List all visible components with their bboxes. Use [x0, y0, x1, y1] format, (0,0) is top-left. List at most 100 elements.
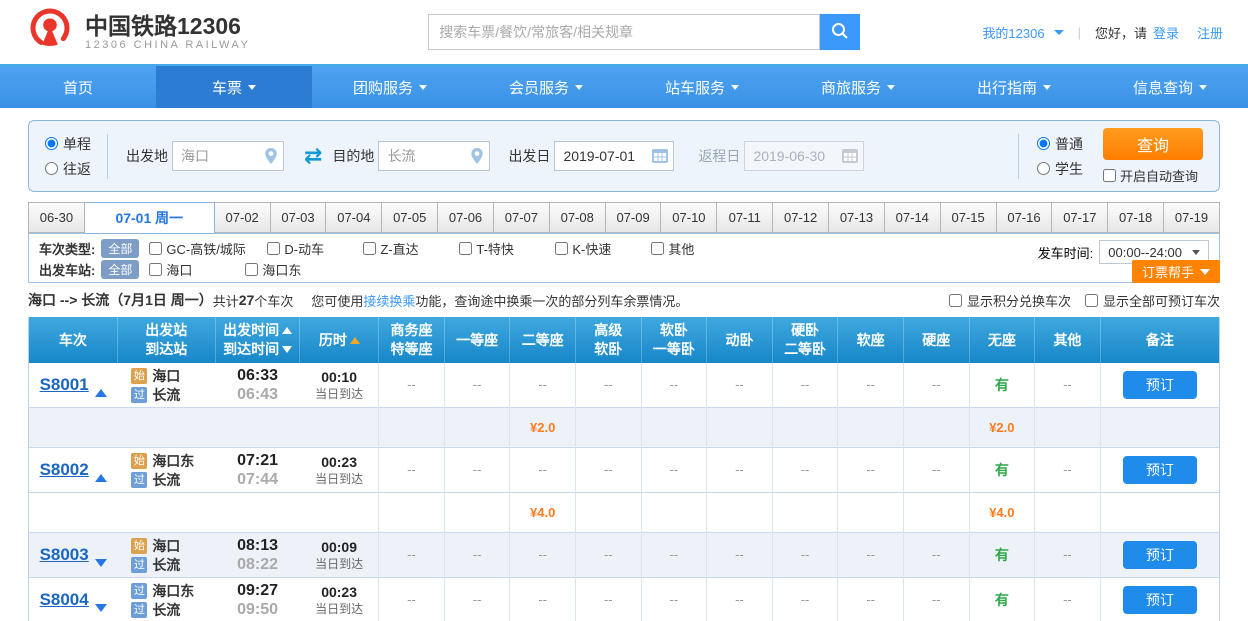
col-header-text: 无座: [988, 331, 1016, 350]
show-all-bookable-input[interactable]: [1085, 294, 1098, 307]
seat-cell: --: [903, 533, 969, 578]
transfer-link[interactable]: 接续换乘: [363, 294, 415, 309]
train-type-filter-2[interactable]: Z-直达: [363, 239, 459, 258]
normal-radio-input[interactable]: [1037, 137, 1050, 150]
swap-stations-icon[interactable]: ⇄: [304, 145, 322, 167]
nav-item-6[interactable]: 出行指南: [936, 66, 1092, 108]
date-tab-11[interactable]: 07-11: [717, 202, 773, 233]
train-number-link[interactable]: S8002: [40, 460, 89, 480]
calendar-icon[interactable]: [651, 147, 669, 169]
train-type-filter-label-2: Z-直达: [380, 239, 418, 258]
nav-item-1[interactable]: 车票: [156, 66, 312, 108]
location-pin-icon[interactable]: [263, 147, 279, 170]
depart-date-label: 出发日: [508, 146, 550, 166]
price-cell: [1035, 493, 1101, 533]
date-tab-12[interactable]: 07-12: [773, 202, 829, 233]
price-cell: [379, 493, 445, 533]
auto-query-checkbox[interactable]: 开启自动查询: [1103, 166, 1198, 185]
expand-icon[interactable]: [95, 604, 107, 612]
station-filter-1[interactable]: 海口东: [245, 260, 341, 279]
station-filter-0[interactable]: 海口: [149, 260, 245, 279]
date-tab-6[interactable]: 07-06: [438, 202, 494, 233]
nav-item-5[interactable]: 商旅服务: [780, 66, 936, 108]
logo[interactable]: 中国铁路12306 12306 CHINA RAILWAY: [25, 5, 250, 60]
date-tab-8[interactable]: 07-08: [550, 202, 606, 233]
train-number-link[interactable]: S8001: [40, 375, 89, 395]
one-way-radio[interactable]: 单程: [45, 134, 91, 154]
student-passenger-radio[interactable]: 学生: [1037, 159, 1083, 179]
my-12306-link[interactable]: 我的12306: [982, 23, 1044, 42]
nav-item-4[interactable]: 站车服务: [624, 66, 780, 108]
collapse-icon[interactable]: [95, 389, 107, 397]
nav-item-7[interactable]: 信息查询: [1092, 66, 1248, 108]
one-way-radio-input[interactable]: [45, 137, 58, 150]
price-value: ¥2.0: [530, 420, 555, 435]
query-form: 单程 往返 出发地 ⇄ 目的地: [28, 120, 1220, 192]
date-tab-18[interactable]: 07-18: [1108, 202, 1164, 233]
collapse-icon[interactable]: [95, 474, 107, 482]
seat-availability: --: [538, 462, 547, 477]
date-tab-4[interactable]: 07-04: [326, 202, 382, 233]
show-all-bookable-checkbox[interactable]: 显示全部可预订车次: [1085, 291, 1220, 310]
train-type-filter-input-2[interactable]: [363, 242, 376, 255]
search-input[interactable]: [428, 14, 820, 50]
train-type-filter-input-4[interactable]: [555, 242, 568, 255]
col-header-3[interactable]: 历时: [300, 317, 379, 363]
train-type-filter-input-1[interactable]: [267, 242, 280, 255]
date-tab-16[interactable]: 07-16: [997, 202, 1053, 233]
date-tab-5[interactable]: 07-05: [382, 202, 438, 233]
col-header-2[interactable]: 出发时间到达时间: [215, 317, 300, 363]
student-radio-input[interactable]: [1037, 162, 1050, 175]
station-filter-input-0[interactable]: [149, 263, 162, 276]
round-trip-radio-input[interactable]: [45, 162, 58, 175]
train-type-filter-5[interactable]: 其他: [651, 239, 747, 258]
book-button[interactable]: 预订: [1123, 541, 1197, 569]
train-number-link[interactable]: S8003: [40, 545, 89, 565]
train-type-filter-4[interactable]: K-快速: [555, 239, 651, 258]
search-button[interactable]: [820, 14, 860, 50]
date-tab-2[interactable]: 07-02: [215, 202, 271, 233]
show-points-checkbox[interactable]: 显示积分兑换车次: [949, 291, 1071, 310]
date-tab-14[interactable]: 07-14: [885, 202, 941, 233]
booking-helper-button[interactable]: 订票帮手: [1132, 260, 1220, 283]
auto-query-input[interactable]: [1103, 169, 1116, 182]
train-type-all-badge[interactable]: 全部: [101, 239, 139, 258]
date-tab-17[interactable]: 07-17: [1052, 202, 1108, 233]
train-type-filter-input-5[interactable]: [651, 242, 664, 255]
train-type-filter-input-0[interactable]: [149, 242, 162, 255]
normal-passenger-radio[interactable]: 普通: [1037, 134, 1083, 154]
nav-item-0[interactable]: 首页: [0, 66, 156, 108]
nav-item-2[interactable]: 团购服务: [312, 66, 468, 108]
round-trip-radio[interactable]: 往返: [45, 159, 91, 179]
date-tab-3[interactable]: 07-03: [271, 202, 327, 233]
book-button[interactable]: 预订: [1123, 456, 1197, 484]
train-type-filter-3[interactable]: T-特快: [459, 239, 555, 258]
book-button[interactable]: 预订: [1123, 371, 1197, 399]
train-type-filter-0[interactable]: GC-高铁/城际: [149, 239, 267, 258]
chevron-down-icon: [1192, 250, 1200, 255]
date-tab-9[interactable]: 07-09: [606, 202, 662, 233]
book-button[interactable]: 预订: [1123, 586, 1197, 614]
date-tab-15[interactable]: 07-15: [941, 202, 997, 233]
location-pin-icon[interactable]: [469, 147, 485, 170]
train-number-link[interactable]: S8004: [40, 590, 89, 610]
login-link[interactable]: 登录: [1153, 23, 1179, 42]
train-type-filter-1[interactable]: D-动车: [267, 239, 363, 258]
date-tab-7[interactable]: 07-07: [494, 202, 550, 233]
date-tab-13[interactable]: 07-13: [829, 202, 885, 233]
expand-icon[interactable]: [95, 559, 107, 567]
station-filter-input-1[interactable]: [245, 263, 258, 276]
col-header-text: 软座: [857, 331, 885, 350]
query-button[interactable]: 查询: [1103, 128, 1203, 160]
date-tab-10[interactable]: 07-10: [661, 202, 717, 233]
show-points-input[interactable]: [949, 294, 962, 307]
train-type-filter-input-3[interactable]: [459, 242, 472, 255]
depart-station-all-badge[interactable]: 全部: [101, 260, 139, 279]
nav-item-3[interactable]: 会员服务: [468, 66, 624, 108]
date-tab-0[interactable]: 06-30: [28, 202, 85, 233]
price-cell: [707, 408, 773, 448]
date-tab-1[interactable]: 07-01 周一: [85, 202, 215, 234]
seat-cell: --: [903, 363, 969, 408]
register-link[interactable]: 注册: [1197, 23, 1223, 42]
date-tab-19[interactable]: 07-19: [1164, 202, 1220, 233]
